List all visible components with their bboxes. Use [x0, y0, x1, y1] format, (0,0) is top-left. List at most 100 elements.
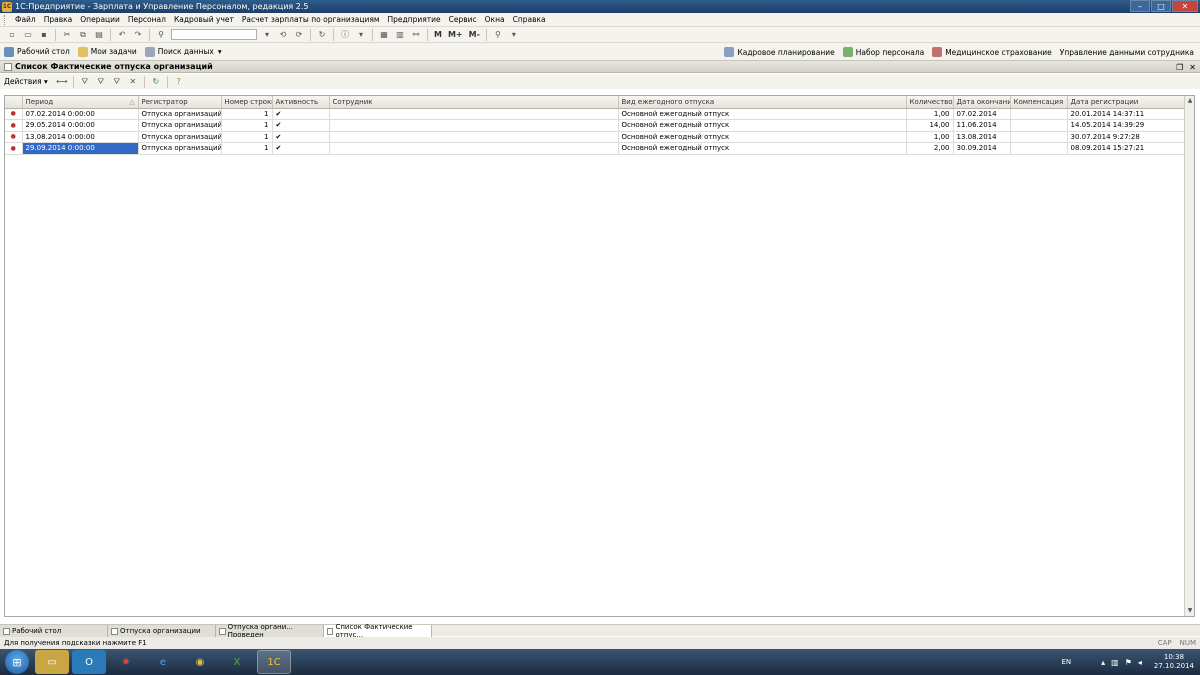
- cell-line-number[interactable]: 1: [221, 108, 273, 120]
- cell-leave-kind[interactable]: Основной ежегодный отпуск: [618, 119, 907, 132]
- cell-end-date[interactable]: 07.02.2014: [953, 108, 1011, 120]
- filter-list-icon[interactable]: ⛛: [111, 76, 123, 88]
- info-icon[interactable]: ⓘ: [339, 29, 351, 41]
- scroll-down-icon[interactable]: ▼: [1185, 606, 1194, 616]
- panel-data-search[interactable]: Поиск данных ▾: [144, 46, 222, 57]
- paste-icon[interactable]: ▤: [93, 29, 105, 41]
- cell-compensation[interactable]: [1010, 119, 1068, 132]
- menu-file[interactable]: Файл: [11, 15, 40, 24]
- cell-registration-date[interactable]: 20.01.2014 14:37:11: [1067, 108, 1186, 120]
- panel-hr-planning[interactable]: Кадровое планирование: [724, 47, 835, 57]
- cell-registration-date[interactable]: 14.05.2014 14:39:29: [1067, 119, 1186, 132]
- panel-employee-data[interactable]: Управление данными сотрудника: [1060, 48, 1194, 57]
- cell-line-number[interactable]: 1: [221, 142, 273, 155]
- open-folder-icon[interactable]: ▭: [22, 29, 34, 41]
- table-row[interactable]: ● 07.02.2014 0:00:00 Отпуска организаций…: [5, 108, 1186, 120]
- cell-leave-kind[interactable]: Основной ежегодный отпуск: [618, 131, 907, 143]
- menu-hr[interactable]: Кадровый учет: [170, 15, 238, 24]
- cell-activity[interactable]: ✔: [272, 131, 330, 143]
- menu-enterprise[interactable]: Предприятие: [384, 15, 445, 24]
- network-icon[interactable]: ▥: [1111, 658, 1119, 667]
- copy-icon[interactable]: ⧉: [77, 29, 89, 41]
- dropdown-arrow-icon[interactable]: ▾: [508, 29, 520, 41]
- menu-windows[interactable]: Окна: [481, 15, 509, 24]
- chrome-icon[interactable]: ◉: [183, 650, 217, 674]
- tab-desktop[interactable]: Рабочий стол: [0, 625, 108, 637]
- cell-employee[interactable]: [329, 142, 619, 155]
- cell-compensation[interactable]: [1010, 108, 1068, 120]
- col-registrator[interactable]: Регистратор: [138, 96, 222, 109]
- memory-minus-button[interactable]: М-: [469, 30, 480, 39]
- cell-registrator[interactable]: Отпуска организаций ...: [138, 108, 222, 120]
- clear-filter-icon[interactable]: ✕: [127, 76, 139, 88]
- panel-desktop[interactable]: Рабочий стол: [4, 46, 70, 57]
- panel-my-tasks[interactable]: Мои задачи: [77, 46, 137, 57]
- col-compensation[interactable]: Компенсация: [1010, 96, 1068, 109]
- menu-operations[interactable]: Операции: [76, 15, 124, 24]
- document-close-button[interactable]: ✕: [1189, 63, 1196, 72]
- find-next-icon[interactable]: ⟲: [277, 29, 289, 41]
- cell-quantity[interactable]: 2,00: [906, 142, 954, 155]
- cell-registration-date[interactable]: 30.07.2014 9:27:28: [1067, 131, 1186, 143]
- binoculars-icon[interactable]: ⚯: [410, 29, 422, 41]
- cell-registration-date[interactable]: 08.09.2014 15:27:21: [1067, 142, 1186, 155]
- help-icon[interactable]: ?: [173, 76, 185, 88]
- 1c-icon[interactable]: 1С: [257, 650, 291, 674]
- explorer-icon[interactable]: ▭: [35, 650, 69, 674]
- excel-icon[interactable]: X: [220, 650, 254, 674]
- calculator-icon[interactable]: ▥: [394, 29, 406, 41]
- cell-activity[interactable]: ✔: [272, 142, 330, 155]
- col-activity[interactable]: Активность: [272, 96, 330, 109]
- memory-m-button[interactable]: М: [434, 30, 442, 39]
- menu-payroll[interactable]: Расчет зарплаты по организациям: [238, 15, 384, 24]
- actions-menu[interactable]: Действия ▾: [4, 77, 48, 86]
- menu-personnel[interactable]: Персонал: [124, 15, 170, 24]
- undo-icon[interactable]: ↶: [116, 29, 128, 41]
- cell-compensation[interactable]: [1010, 142, 1068, 155]
- scroll-up-icon[interactable]: ▲: [1185, 96, 1194, 106]
- redo-icon[interactable]: ↷: [132, 29, 144, 41]
- pin-icon[interactable]: ⚲: [492, 29, 504, 41]
- menu-edit[interactable]: Правка: [40, 15, 77, 24]
- tab-leaves[interactable]: Отпуска организации: [108, 625, 216, 637]
- records-table[interactable]: Период △ Регистратор Номер строки Активно…: [4, 95, 1195, 617]
- cell-registrator[interactable]: Отпуска организаций ...: [138, 119, 222, 132]
- cell-quantity[interactable]: 1,00: [906, 131, 954, 143]
- cell-end-date[interactable]: 13.08.2014: [953, 131, 1011, 143]
- table-row[interactable]: ● 13.08.2014 0:00:00 Отпуска организаций…: [5, 131, 1186, 143]
- cell-registrator[interactable]: Отпуска организаций ...: [138, 142, 222, 155]
- col-employee[interactable]: Сотрудник: [329, 96, 619, 109]
- dropdown-arrow-icon[interactable]: ▾: [355, 29, 367, 41]
- chevron-down-icon[interactable]: ▾: [218, 47, 222, 56]
- table-row[interactable]: ● 29.05.2014 0:00:00 Отпуска организаций…: [5, 119, 1186, 132]
- cell-activity[interactable]: ✔: [272, 108, 330, 120]
- col-quantity[interactable]: Количество: [906, 96, 954, 109]
- clock[interactable]: 10:38 27.10.2014: [1154, 653, 1194, 671]
- menu-help[interactable]: Справка: [509, 15, 550, 24]
- col-registration-date[interactable]: Дата регистрации: [1067, 96, 1186, 109]
- refresh-icon[interactable]: ↻: [316, 29, 328, 41]
- cut-icon[interactable]: ✂: [61, 29, 73, 41]
- outlook-icon[interactable]: O: [72, 650, 106, 674]
- col-end-date[interactable]: Дата окончания: [953, 96, 1011, 109]
- cell-employee[interactable]: [329, 131, 619, 143]
- tray-arrow-icon[interactable]: ▴: [1101, 658, 1105, 667]
- volume-icon[interactable]: ◂: [1138, 658, 1142, 667]
- cell-end-date[interactable]: 11.06.2014: [953, 119, 1011, 132]
- close-button[interactable]: ✕: [1172, 0, 1198, 12]
- cell-line-number[interactable]: 1: [221, 131, 273, 143]
- filter-by-value-icon[interactable]: ⛛: [95, 76, 107, 88]
- tab-leaves-posted[interactable]: Отпуска органи... Проведен: [216, 623, 324, 639]
- col-leave-kind[interactable]: Вид ежегодного отпуска: [618, 96, 907, 109]
- interval-icon[interactable]: ⟷: [56, 76, 68, 88]
- dropdown-arrow-icon[interactable]: ▾: [261, 29, 273, 41]
- cell-registrator[interactable]: Отпуска организаций ...: [138, 131, 222, 143]
- language-indicator[interactable]: EN: [1061, 658, 1071, 666]
- maximize-button[interactable]: □: [1151, 0, 1171, 12]
- menu-service[interactable]: Сервис: [445, 15, 481, 24]
- cell-period[interactable]: 29.09.2014 0:00:00: [22, 142, 139, 155]
- refresh-list-icon[interactable]: ↻: [150, 76, 162, 88]
- cell-employee[interactable]: [329, 119, 619, 132]
- cell-period[interactable]: 13.08.2014 0:00:00: [22, 131, 139, 143]
- start-button[interactable]: ⊞: [5, 650, 29, 674]
